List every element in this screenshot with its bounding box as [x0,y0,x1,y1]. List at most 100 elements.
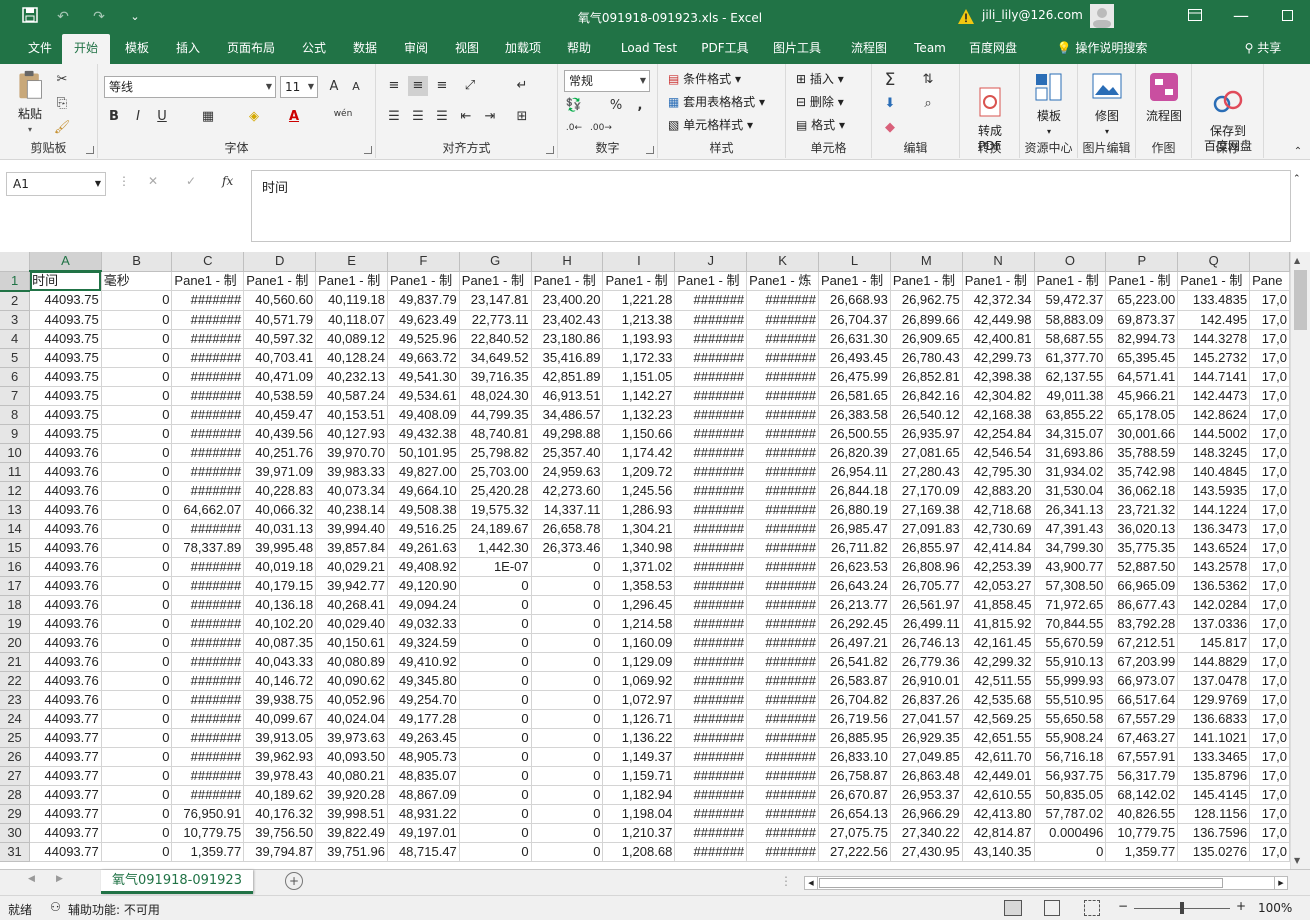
cell[interactable]: 58,883.09 [1034,310,1107,330]
cell[interactable]: ####### [171,614,245,634]
cell[interactable]: 67,557.29 [1105,709,1179,729]
cell[interactable]: 0 [101,614,173,634]
tab-14[interactable]: 流程图 [840,34,898,64]
cell[interactable]: 0 [101,785,173,805]
cell[interactable]: 0 [101,538,173,558]
row-header[interactable]: 3 [0,310,31,330]
cell[interactable]: 40,128.24 [315,348,388,368]
cell[interactable]: 69,873.37 [1105,310,1179,330]
cell[interactable]: 40,560.60 [243,290,317,311]
cell[interactable]: 42,449.01 [962,766,1035,786]
cell[interactable]: 26,213.77 [818,595,891,615]
cell[interactable]: 31,934.02 [1034,462,1107,482]
cell[interactable]: 44093.76 [29,443,102,463]
cell[interactable]: 23,402.43 [531,310,604,330]
cell[interactable]: 49,011.38 [1034,386,1107,406]
cell[interactable]: 26,493.45 [818,348,891,368]
cell[interactable]: 17,0 [1249,557,1290,577]
cell[interactable]: 136.3473 [1177,519,1251,539]
cell[interactable]: 26,643.24 [818,576,891,596]
cell[interactable]: 0 [101,367,173,387]
tab-6[interactable]: 数据 [344,34,386,64]
prev-sheet-icon[interactable]: ◀ [28,874,35,884]
cell[interactable]: 1,069.92 [602,671,676,691]
column-header[interactable]: Q [1177,252,1251,272]
cell[interactable]: ####### [746,823,820,843]
cell[interactable]: 68,142.02 [1105,785,1179,805]
cell[interactable]: ####### [674,633,748,653]
cell[interactable]: 44093.76 [29,557,102,577]
tab-0[interactable]: 文件 [18,34,62,64]
cell[interactable]: 0 [531,595,604,615]
cell[interactable]: 1,198.04 [602,804,676,824]
cell[interactable]: 0 [101,595,173,615]
cell[interactable]: 39,794.87 [243,842,317,862]
cell[interactable]: Pane1 - 制 [243,271,317,291]
cell[interactable]: 1,126.71 [602,709,676,729]
cell[interactable]: 42,168.38 [962,405,1035,425]
cell[interactable]: 55,650.58 [1034,709,1107,729]
collapse-ribbon-icon[interactable]: ⌃ [1288,142,1308,162]
cell[interactable]: 44,799.35 [459,405,532,425]
cell[interactable]: 1,209.72 [602,462,676,482]
cell[interactable]: 26,500.55 [818,424,891,444]
cell[interactable]: 1,182.94 [602,785,676,805]
cell[interactable]: 43,900.77 [1034,557,1107,577]
cell[interactable]: 35,788.59 [1105,443,1179,463]
cell[interactable]: 0 [531,614,604,634]
cell[interactable]: 56,716.18 [1034,747,1107,767]
cell[interactable]: 26,670.87 [818,785,891,805]
cell[interactable]: 39,822.49 [315,823,388,843]
cell[interactable]: 143.5935 [1177,481,1251,501]
cell[interactable]: 42,254.84 [962,424,1035,444]
column-header[interactable] [1249,252,1290,272]
cell[interactable]: ####### [674,310,748,330]
cell[interactable]: 30,001.66 [1105,424,1179,444]
increase-decimal-icon[interactable]: .0← [564,118,584,138]
cell[interactable]: 0 [101,519,173,539]
cell[interactable]: ####### [171,290,245,311]
cell[interactable]: 141.1021 [1177,728,1251,748]
cell[interactable]: 40,703.41 [243,348,317,368]
cell[interactable]: 1,442.30 [459,538,532,558]
cell[interactable]: 42,851.89 [531,367,604,387]
cell[interactable]: 17,0 [1249,766,1290,786]
cell[interactable]: 26,711.82 [818,538,891,558]
cell[interactable]: 0 [101,310,173,330]
cell[interactable]: Pane1 - 制 [602,271,676,291]
cell[interactable]: 42,299.73 [962,348,1035,368]
cell[interactable]: 39,938.75 [243,690,317,710]
cell[interactable]: 40,571.79 [243,310,317,330]
cell[interactable]: 39,857.84 [315,538,388,558]
cell[interactable]: 40,090.62 [315,671,388,691]
cell[interactable]: 0 [459,576,532,596]
worksheet-grid[interactable]: ABCDEFGHIJKLMNOPQ 1 时间 毫秒 Pane1 - 制 Pane1 - … [0,252,1290,869]
cell[interactable]: ####### [674,557,748,577]
cell[interactable]: 1,214.58 [602,614,676,634]
cell[interactable]: ####### [746,690,820,710]
scroll-left-icon[interactable]: ◀ [804,876,818,890]
cell[interactable]: 27,170.09 [890,481,963,501]
cell[interactable]: 40,019.18 [243,557,317,577]
column-header[interactable]: O [1034,252,1107,272]
accessibility-status[interactable]: 辅助功能: 不可用 [68,901,160,918]
redo-icon[interactable]: ↷ [88,7,110,27]
cell[interactable]: 49,525.96 [387,329,460,349]
cell[interactable]: 17,0 [1249,405,1290,425]
scroll-thumb[interactable] [1294,270,1307,330]
cell[interactable]: 145.4145 [1177,785,1251,805]
cell[interactable]: 1E-07 [459,557,532,577]
cell[interactable]: 144.8829 [1177,652,1251,672]
cell[interactable]: ####### [171,785,245,805]
cell[interactable]: 49,623.49 [387,310,460,330]
tab-1[interactable]: 开始 [62,34,110,64]
insert-cells-button[interactable]: ⊞ 插入 ▾ [796,70,844,88]
cell[interactable]: 1,296.45 [602,595,676,615]
normal-view-icon[interactable] [1004,900,1022,916]
cell[interactable]: 0 [101,671,173,691]
cell[interactable]: 44093.77 [29,709,102,729]
cell[interactable]: ####### [746,633,820,653]
cell[interactable]: Pane1 - 制 [459,271,532,291]
cell[interactable]: 1,193.93 [602,329,676,349]
cell[interactable]: 1,072.97 [602,690,676,710]
